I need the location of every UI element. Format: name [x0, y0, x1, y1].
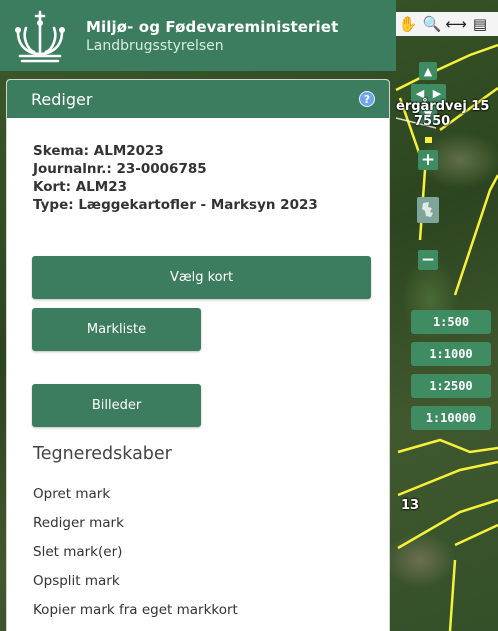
scale-button-2500[interactable]: 1:2500 — [411, 374, 491, 398]
tool-copy-field[interactable]: Kopier mark fra eget markkort — [33, 601, 238, 630]
edit-panel: Rediger ? Skema: ALM2023 Journalnr.: 23-… — [6, 79, 390, 631]
scheme-label: Skema: ALM2023 — [33, 143, 164, 159]
scheme-info: Skema: ALM2023 Journalnr.: 23-0006785 Ko… — [33, 142, 383, 214]
tool-create-field[interactable]: Opret mark — [33, 485, 238, 514]
map-toolbar: ✋ 🔍 ⟷ ▤ — [396, 12, 498, 36]
tool-delete-fields[interactable]: Slet mark(er) — [33, 543, 238, 572]
parcel-label: 13 — [401, 498, 420, 513]
measure-icon[interactable]: ⟷ — [445, 14, 467, 34]
drawing-tools-heading: Tegneredskaber — [33, 444, 172, 464]
pan-center-indicator — [425, 137, 432, 143]
zoom-magnifier-icon[interactable]: 🔍 — [422, 14, 442, 34]
panel-title: Rediger — [31, 89, 93, 109]
road-label: ergårdvej 15 — [396, 99, 490, 114]
scheme-type: Type: Læggekartofler - Marksyn 2023 — [33, 197, 318, 213]
scale-list: 1:500 1:1000 1:2500 1:10000 — [411, 310, 491, 438]
journal-number: Journalnr.: 23-0006785 — [33, 161, 207, 177]
tool-edit-field[interactable]: Rediger mark — [33, 514, 238, 543]
scale-button-10000[interactable]: 1:10000 — [411, 406, 491, 430]
scale-button-1000[interactable]: 1:1000 — [411, 342, 491, 366]
postal-label: 7550 — [414, 114, 451, 129]
zoom-out-button[interactable]: − — [418, 250, 438, 270]
agency-name: Landbrugsstyrelsen — [86, 37, 224, 54]
choose-map-button[interactable]: Vælg kort — [32, 256, 371, 299]
app-header: Miljø- og Fødevareministeriet Landbrugss… — [0, 0, 396, 71]
images-button[interactable]: Billeder — [32, 384, 201, 427]
tool-split-field[interactable]: Opsplit mark — [33, 572, 238, 601]
pan-up-button[interactable]: ▲ — [419, 62, 437, 80]
pan-hand-icon[interactable]: ✋ — [398, 14, 418, 34]
print-icon[interactable]: ▤ — [470, 14, 490, 34]
scale-button-500[interactable]: 1:500 — [411, 310, 491, 334]
ministry-name: Miljø- og Fødevareministeriet — [86, 17, 339, 36]
drawing-tools-list: Opret mark Rediger mark Slet mark(er) Op… — [33, 485, 238, 630]
question-circle-icon[interactable]: ? — [359, 91, 375, 107]
panel-header: Rediger ? — [7, 80, 389, 118]
field-list-button[interactable]: Markliste — [32, 308, 201, 351]
denmark-map-icon[interactable] — [417, 197, 439, 223]
map-name: Kort: ALM23 — [33, 179, 127, 195]
zoom-in-button[interactable]: + — [418, 150, 438, 170]
crown-logo-icon — [15, 10, 65, 62]
